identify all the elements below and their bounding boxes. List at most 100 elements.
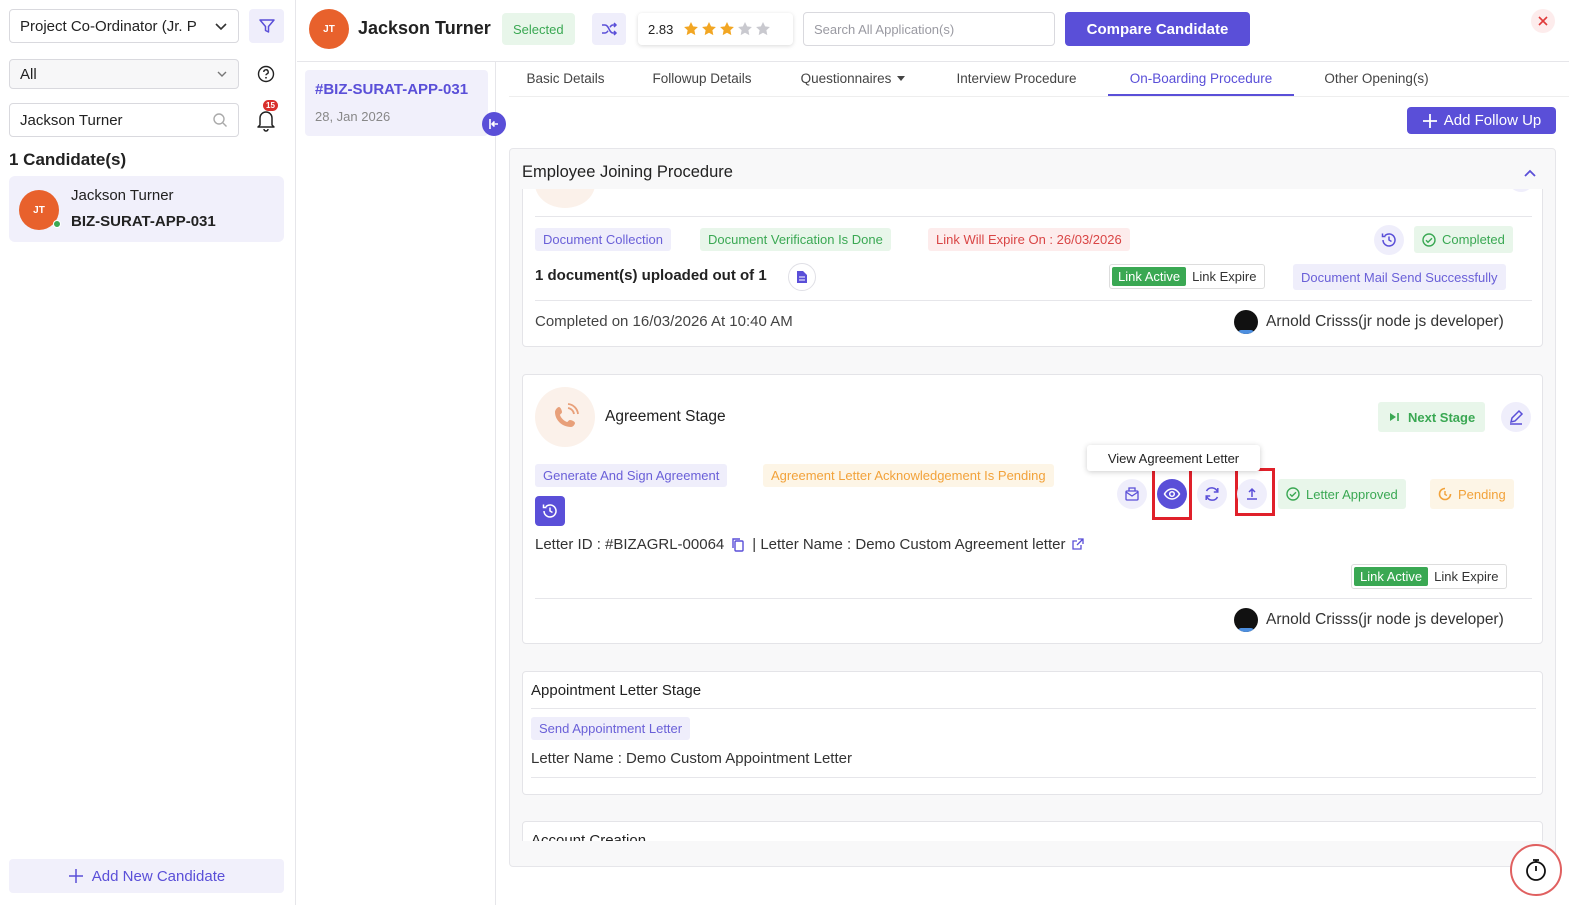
- application-column: #BIZ-SURAT-APP-031 28, Jan 2026: [297, 62, 506, 905]
- tag-send-appointment-letter: Send Appointment Letter: [531, 717, 691, 740]
- application-search-input[interactable]: Search All Application(s): [803, 12, 1055, 46]
- status-badge: Selected: [502, 13, 575, 45]
- document-stage-icon: [535, 189, 595, 208]
- application-id: #BIZ-SURAT-APP-031: [315, 81, 469, 98]
- rating-value: 2.83: [648, 21, 674, 37]
- search-icon: [213, 113, 227, 127]
- close-button[interactable]: [1531, 9, 1555, 33]
- candidate-search-input[interactable]: Jackson Turner: [9, 103, 239, 137]
- letter-id: Letter ID : #BIZAGRL-00064: [535, 536, 725, 553]
- help-button[interactable]: [257, 65, 275, 83]
- appointment-stage-card: Appointment Letter Stage Send Appointmen…: [522, 671, 1543, 795]
- application-search-placeholder: Search All Application(s): [814, 21, 955, 37]
- copy-icon[interactable]: [730, 537, 746, 553]
- external-link-icon[interactable]: [1071, 538, 1085, 551]
- upload-agreement-button[interactable]: [1237, 479, 1267, 509]
- candidates-count: 1 Candidate(s): [9, 150, 127, 169]
- phone-icon: [555, 403, 579, 427]
- application-card[interactable]: #BIZ-SURAT-APP-031 28, Jan 2026: [305, 70, 488, 136]
- star-filled-icon[interactable]: [701, 21, 717, 37]
- link-expire-button[interactable]: Link Expire: [1186, 269, 1262, 284]
- letter-approved-status: Letter Approved: [1278, 479, 1406, 509]
- tab-questionnaires[interactable]: Questionnaires: [782, 62, 925, 96]
- chevron-up-icon: [1524, 169, 1536, 177]
- divider: [531, 708, 1536, 709]
- agreement-history-button[interactable]: [535, 496, 565, 526]
- eye-icon: [1163, 488, 1181, 500]
- letter-approved-label: Letter Approved: [1306, 486, 1398, 502]
- job-select[interactable]: Project Co-Ordinator (Jr. P: [9, 9, 239, 43]
- appointment-stage-title: Appointment Letter Stage: [531, 682, 702, 699]
- tab-other-openings[interactable]: Other Opening(s): [1304, 62, 1449, 96]
- agreement-stage-title: Agreement Stage: [605, 408, 726, 425]
- send-agreement-mail-button[interactable]: [1117, 479, 1147, 509]
- pending-status: Pending: [1430, 479, 1514, 509]
- tab-followup-details[interactable]: Followup Details: [632, 62, 772, 96]
- view-documents-button[interactable]: [788, 263, 816, 291]
- account-creation-card: Account Creation: [522, 821, 1543, 841]
- joining-procedure-panel: Employee Joining Procedure Document Coll…: [509, 148, 1556, 867]
- star-empty-icon[interactable]: [755, 21, 771, 37]
- next-stage-button[interactable]: Next Stage: [1378, 402, 1486, 432]
- document-stage-edit-button[interactable]: [1508, 189, 1534, 192]
- compare-candidate-button[interactable]: Compare Candidate: [1065, 12, 1250, 46]
- divider: [535, 216, 1532, 217]
- link-active-badge: Link Active: [1112, 267, 1187, 286]
- status-select[interactable]: All: [9, 59, 239, 89]
- tabs-divider: [509, 96, 1569, 97]
- mail-icon: [1125, 487, 1139, 501]
- tag-acknowledgement-pending: Agreement Letter Acknowledgement Is Pend…: [763, 464, 1054, 487]
- tab-onboarding-procedure[interactable]: On-Boarding Procedure: [1108, 62, 1294, 96]
- chevron-down-icon: [215, 23, 227, 31]
- help-icon: [257, 65, 275, 83]
- plus-icon: [1422, 113, 1437, 128]
- star-filled-icon[interactable]: [683, 21, 699, 37]
- notifications-button[interactable]: 15: [255, 100, 279, 132]
- status-select-value: All: [20, 65, 37, 83]
- check-circle-icon: [1422, 232, 1436, 247]
- pending-label: Pending: [1458, 486, 1506, 502]
- skip-forward-icon: [1390, 413, 1399, 421]
- stages-scroll-area[interactable]: Document Collection Document Verificatio…: [510, 189, 1555, 841]
- rating-stars: [683, 21, 771, 37]
- add-new-candidate-button[interactable]: Add New Candidate: [9, 859, 284, 893]
- tab-interview-procedure[interactable]: Interview Procedure: [935, 62, 1098, 96]
- edit-stage-button[interactable]: [1501, 402, 1531, 432]
- tag-generate-sign-agreement: Generate And Sign Agreement: [535, 464, 728, 487]
- history-button[interactable]: [1374, 225, 1404, 255]
- divider: [531, 777, 1536, 778]
- completed-status-label: Completed: [1442, 232, 1505, 247]
- star-empty-icon[interactable]: [737, 21, 753, 37]
- regenerate-agreement-button[interactable]: [1197, 479, 1227, 509]
- bell-icon: [257, 111, 275, 132]
- add-follow-up-button[interactable]: Add Follow Up: [1407, 107, 1556, 134]
- appointment-letter-name: Letter Name : Demo Custom Appointment Le…: [531, 750, 852, 767]
- history-icon: [542, 504, 557, 518]
- link-expire-button[interactable]: Link Expire: [1428, 569, 1504, 584]
- user-name: Arnold Crisss(jr node js developer): [1266, 313, 1504, 330]
- candidate-sidebar: Project Co-Ordinator (Jr. P All Jackson …: [0, 0, 296, 905]
- application-date: 28, Jan 2026: [315, 109, 391, 124]
- timer-button[interactable]: [1510, 844, 1562, 896]
- collapse-panel-button[interactable]: [482, 112, 506, 136]
- tag-document-collection: Document Collection: [535, 228, 671, 251]
- tab-basic-details[interactable]: Basic Details: [509, 62, 622, 96]
- star-filled-icon[interactable]: [719, 21, 735, 37]
- view-agreement-letter-button[interactable]: [1157, 479, 1187, 509]
- shuffle-icon: [602, 22, 618, 36]
- document-stage-user: Arnold Crisss(jr node js developer): [1234, 310, 1504, 334]
- phone-stage-icon: [535, 387, 595, 447]
- caret-down-icon: [897, 76, 906, 81]
- filter-button[interactable]: [249, 9, 284, 43]
- collapse-section-button[interactable]: [1522, 165, 1538, 181]
- view-agreement-tooltip: View Agreement Letter: [1087, 445, 1260, 471]
- document-link-status: Link Active Link Expire: [1109, 264, 1266, 289]
- user-avatar: [1234, 608, 1258, 632]
- user-name: Arnold Crisss(jr node js developer): [1266, 611, 1504, 628]
- shuffle-button[interactable]: [592, 13, 626, 45]
- notification-count-badge: 15: [263, 100, 278, 111]
- tab-questionnaires-label: Questionnaires: [800, 70, 892, 86]
- agreement-link-status: Link Active Link Expire: [1351, 564, 1508, 589]
- letter-name: | Letter Name : Demo Custom Agreement le…: [752, 536, 1066, 553]
- candidate-card[interactable]: JT Jackson Turner BIZ-SURAT-APP-031: [9, 176, 284, 242]
